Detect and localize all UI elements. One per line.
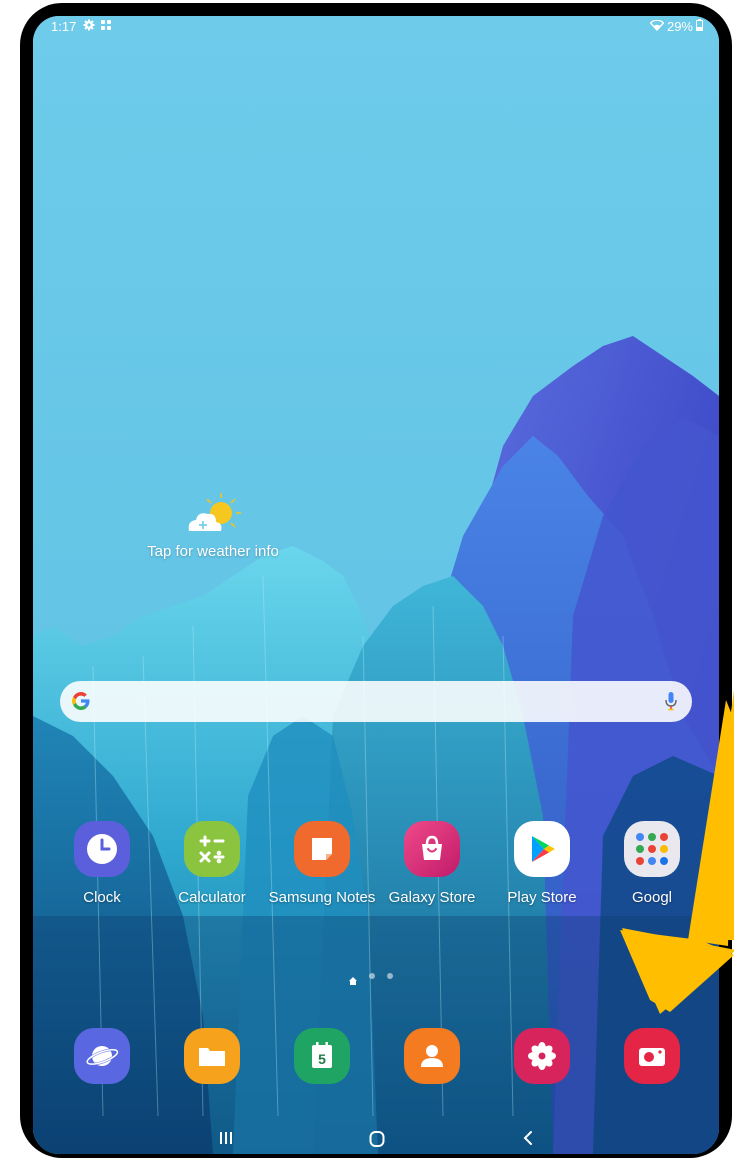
annotation-arrow-icon: [620, 690, 734, 1014]
